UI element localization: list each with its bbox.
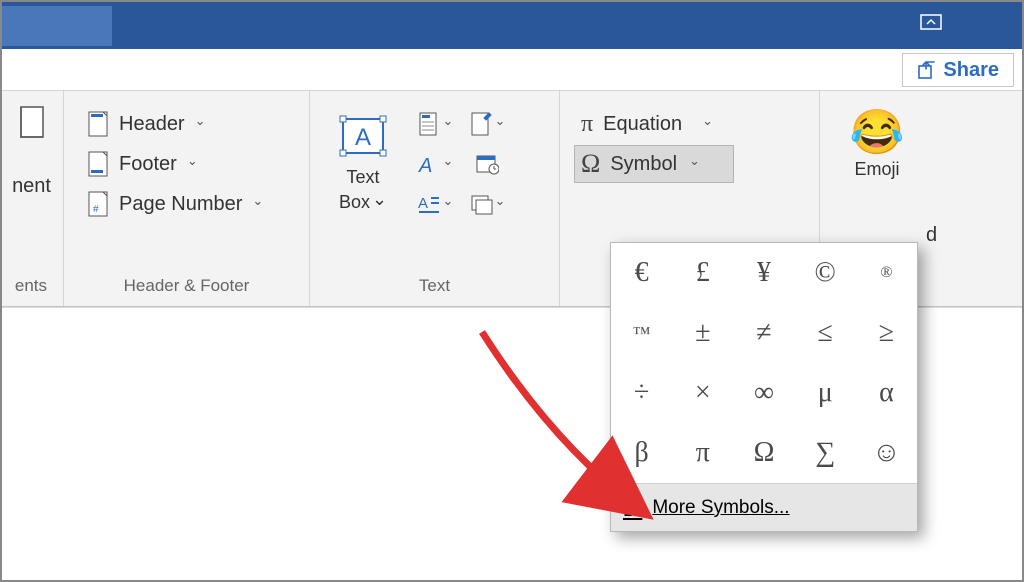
chevron-down-icon [443, 196, 454, 212]
symbol-cell[interactable]: ∑ [795, 423, 856, 483]
share-bar: Share [2, 49, 1022, 91]
symbol-cell[interactable]: π [672, 423, 733, 483]
symbol-cell[interactable]: ÷ [611, 363, 672, 423]
document-icon [17, 105, 49, 145]
emoji-label: Emoji [854, 159, 899, 180]
symbol-cell[interactable]: © [795, 243, 856, 303]
chevron-down-icon [372, 192, 387, 213]
symbol-grid: € £ ¥ © ® ™ ± ≠ ≤ ≥ ÷ × ∞ μ α β π Ω ∑ ☺ [611, 243, 917, 483]
symbol-cell[interactable]: ¥ [733, 243, 794, 303]
svg-text:#: # [93, 204, 99, 215]
text-group-label: Text [324, 268, 545, 306]
chevron-down-icon [195, 116, 206, 132]
object-icon [469, 192, 493, 216]
right-fragment: d [926, 224, 937, 247]
symbol-cell[interactable]: £ [672, 243, 733, 303]
drop-cap-icon: A [417, 192, 441, 216]
date-time-button[interactable] [462, 145, 512, 183]
quick-parts-icon [417, 110, 441, 138]
svg-text:A: A [418, 195, 428, 212]
chevron-down-icon [495, 196, 506, 212]
signature-line-button[interactable] [462, 105, 512, 143]
ribbon-group-partial: nent ents [2, 91, 64, 306]
wordart-button[interactable]: A [410, 145, 460, 183]
more-symbols-label: More Symbols... [652, 497, 789, 519]
svg-text:A: A [418, 155, 432, 176]
pi-icon: π [581, 111, 593, 138]
omega-icon: Ω [623, 493, 642, 523]
symbol-cell[interactable]: ≥ [856, 303, 917, 363]
signature-icon [469, 110, 493, 138]
equation-button[interactable]: π Equation [574, 105, 693, 143]
wordart-icon: A [417, 152, 441, 176]
symbol-cell[interactable]: β [611, 423, 672, 483]
header-label: Header [119, 113, 185, 136]
chevron-down-icon [252, 196, 263, 212]
svg-text:A: A [355, 124, 371, 151]
footer-button[interactable]: Footer [78, 145, 295, 183]
share-icon [917, 60, 937, 80]
more-symbols-button[interactable]: Ω More Symbols... [611, 483, 917, 531]
footer-icon [85, 149, 111, 179]
date-time-icon [475, 152, 499, 176]
chevron-down-icon [443, 116, 454, 132]
share-label: Share [943, 59, 999, 82]
header-footer-group-label: Header & Footer [78, 268, 295, 306]
partial-label-fragment: nent [12, 175, 51, 198]
text-box-label-2: Box [339, 192, 370, 213]
page-number-button[interactable]: # Page Number [78, 185, 295, 223]
symbol-dropdown-panel: € £ ¥ © ® ™ ± ≠ ≤ ≥ ÷ × ∞ μ α β π Ω ∑ ☺ … [610, 242, 918, 532]
share-button[interactable]: Share [902, 53, 1014, 87]
partial-group-label: ents [2, 268, 49, 306]
symbol-cell[interactable]: ® [856, 243, 917, 303]
text-box-icon: A [335, 111, 391, 163]
chevron-down-icon [689, 156, 700, 172]
chevron-down-icon [495, 116, 506, 132]
quick-parts-button[interactable] [410, 105, 460, 143]
symbol-cell[interactable]: ± [672, 303, 733, 363]
symbol-label: Symbol [610, 153, 677, 176]
chevron-down-icon [702, 116, 713, 132]
title-highlight [2, 6, 112, 46]
symbol-button[interactable]: Ω Symbol [574, 145, 734, 183]
page-number-icon: # [85, 189, 111, 219]
equation-label: Equation [603, 113, 682, 136]
symbol-cell[interactable]: ≤ [795, 303, 856, 363]
drop-cap-button[interactable]: A [410, 185, 460, 223]
footer-label: Footer [119, 153, 177, 176]
header-icon [85, 109, 111, 139]
symbol-cell[interactable]: ≠ [733, 303, 794, 363]
symbol-cell[interactable]: Ω [733, 423, 794, 483]
chevron-down-icon [187, 156, 198, 172]
symbol-cell[interactable]: ☺ [856, 423, 917, 483]
symbol-cell[interactable]: × [672, 363, 733, 423]
symbol-cell[interactable]: μ [795, 363, 856, 423]
page-number-label: Page Number [119, 193, 242, 216]
ribbon-group-text: A Text Box A [310, 91, 560, 306]
ribbon-display-options-icon[interactable] [920, 14, 942, 32]
symbol-cell[interactable]: ∞ [733, 363, 794, 423]
symbol-cell[interactable]: α [856, 363, 917, 423]
symbol-cell[interactable]: ™ [611, 303, 672, 363]
object-button[interactable] [462, 185, 512, 223]
text-box-button[interactable]: A Text Box [324, 105, 402, 219]
header-button[interactable]: Header [78, 105, 295, 143]
text-box-label-1: Text [346, 167, 379, 188]
symbol-cell[interactable]: € [611, 243, 672, 303]
title-bar [2, 2, 1022, 49]
chevron-down-icon [443, 156, 454, 172]
ribbon-group-header-footer: Header Footer # Page Number Header & Foo… [64, 91, 310, 306]
omega-icon: Ω [581, 149, 600, 179]
equation-dropdown[interactable] [693, 105, 720, 143]
emoji-icon: 😂 [850, 111, 905, 155]
